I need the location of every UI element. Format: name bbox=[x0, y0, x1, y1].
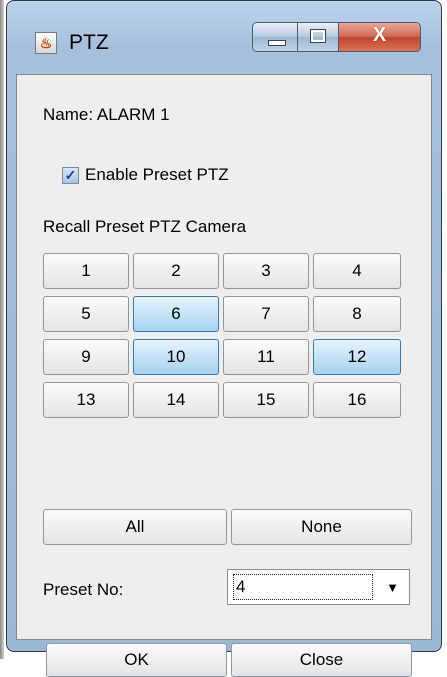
camera-button-10[interactable]: 10 bbox=[133, 339, 219, 375]
window-title: PTZ bbox=[69, 31, 109, 54]
camera-button-16[interactable]: 16 bbox=[313, 382, 401, 418]
close-button[interactable]: Close bbox=[231, 643, 412, 677]
close-window-button[interactable]: X bbox=[338, 22, 421, 52]
camera-button-12[interactable]: 12 bbox=[313, 339, 401, 375]
camera-button-7[interactable]: 7 bbox=[223, 296, 309, 332]
minimize-icon bbox=[268, 40, 286, 46]
minimize-button[interactable] bbox=[252, 22, 298, 52]
alarm-name-label: Name: ALARM 1 bbox=[43, 105, 170, 124]
camera-button-6[interactable]: 6 bbox=[133, 296, 219, 332]
java-app-icon: ♨ bbox=[35, 32, 57, 54]
camera-button-11[interactable]: 11 bbox=[223, 339, 309, 375]
camera-button-14[interactable]: 14 bbox=[133, 382, 219, 418]
camera-button-1[interactable]: 1 bbox=[43, 253, 129, 289]
preset-no-dropdown[interactable]: 4 ▼ bbox=[227, 569, 410, 605]
title-bar[interactable]: ♨ PTZ X bbox=[7, 1, 441, 73]
maximize-icon bbox=[310, 29, 326, 43]
camera-button-13[interactable]: 13 bbox=[43, 382, 129, 418]
maximize-button[interactable] bbox=[297, 22, 339, 52]
ok-button[interactable]: OK bbox=[46, 643, 227, 677]
ptz-dialog-window: ♨ PTZ X Name: ALARM 1 ✓ Enable Preset PT… bbox=[6, 0, 442, 677]
enable-preset-ptz-label[interactable]: Enable Preset PTZ bbox=[85, 165, 229, 185]
camera-button-5[interactable]: 5 bbox=[43, 296, 129, 332]
camera-button-3[interactable]: 3 bbox=[223, 253, 309, 289]
enable-preset-ptz-checkbox[interactable]: ✓ Enable Preset PTZ bbox=[62, 165, 229, 185]
camera-button-2[interactable]: 2 bbox=[133, 253, 219, 289]
preset-no-value[interactable]: 4 bbox=[233, 574, 373, 600]
recall-preset-ptz-camera-label: Recall Preset PTZ Camera bbox=[43, 217, 247, 236]
camera-button-9[interactable]: 9 bbox=[43, 339, 129, 375]
camera-button-4[interactable]: 4 bbox=[313, 253, 401, 289]
background-window-edge bbox=[0, 0, 4, 659]
camera-button-15[interactable]: 15 bbox=[223, 382, 309, 418]
all-cameras-button[interactable]: All bbox=[43, 509, 227, 545]
dropdown-arrow-icon[interactable]: ▼ bbox=[386, 580, 399, 595]
checkmark-icon[interactable]: ✓ bbox=[62, 166, 79, 184]
camera-button-8[interactable]: 8 bbox=[313, 296, 401, 332]
preset-no-label: Preset No: bbox=[43, 580, 124, 599]
dialog-content: Name: ALARM 1 ✓ Enable Preset PTZ Recall… bbox=[16, 74, 432, 677]
no-cameras-button[interactable]: None bbox=[231, 509, 412, 545]
close-icon: X bbox=[372, 24, 387, 46]
